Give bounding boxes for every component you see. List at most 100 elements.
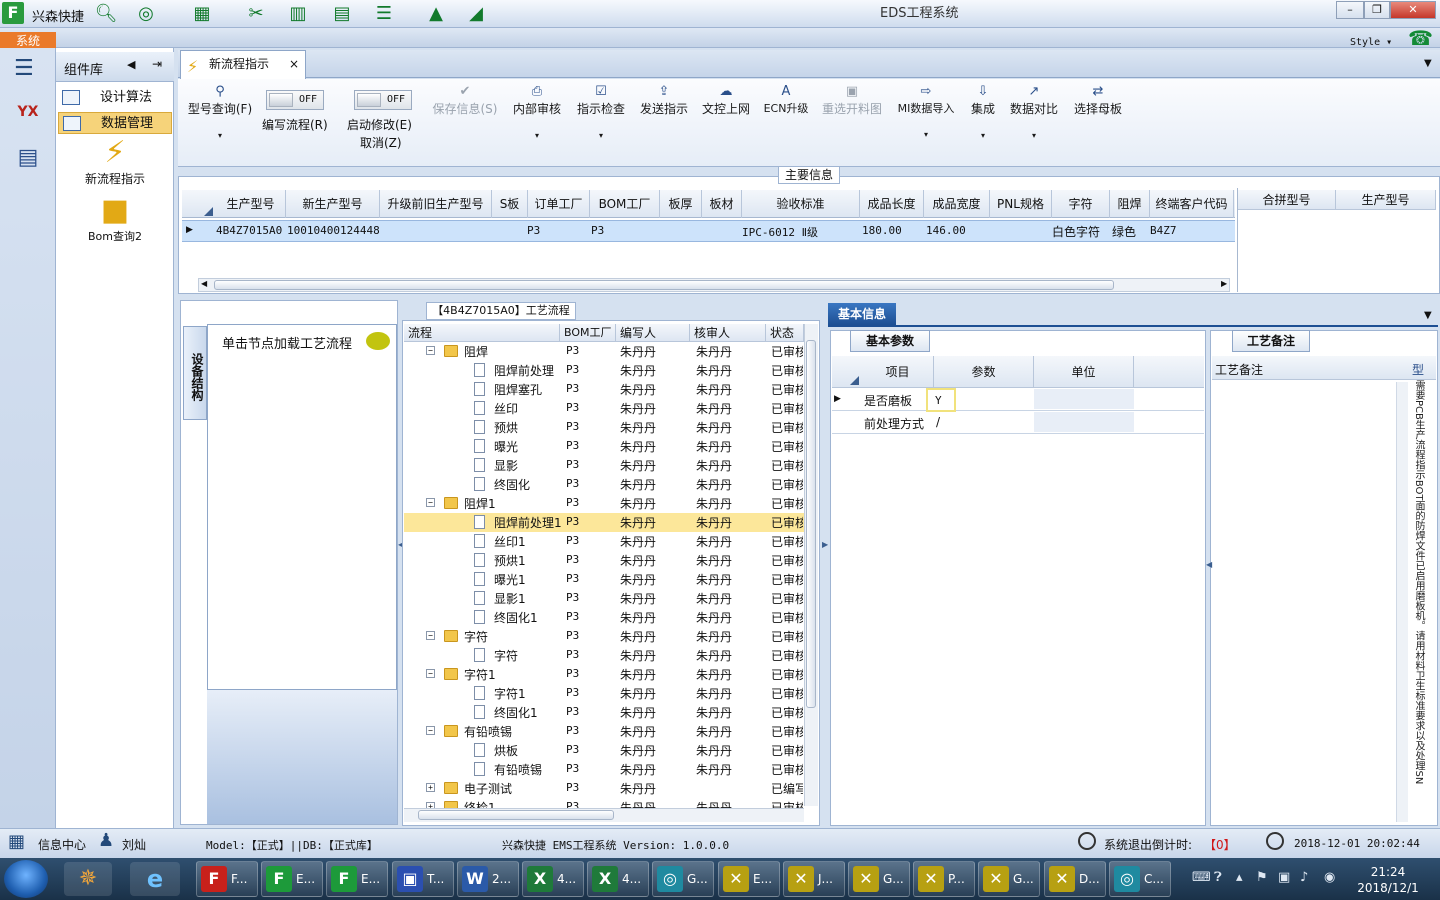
flow-tree-row[interactable]: 字符 P3 朱丹丹 朱丹丹 已审核: [404, 646, 804, 665]
cell-solder-mask[interactable]: 绿色: [1112, 223, 1136, 240]
col-old-model[interactable]: 升级前旧生产型号: [380, 190, 492, 218]
col-customer-code[interactable]: 终端客户代码: [1150, 190, 1234, 218]
taskbar-button[interactable]: W 2...: [457, 861, 519, 897]
ie-browser-icon[interactable]: e: [130, 862, 180, 896]
minimize-button[interactable]: –: [1336, 1, 1364, 19]
flow-tree-row[interactable]: − 阻焊 P3 朱丹丹 朱丹丹 已审核: [404, 342, 804, 361]
col-solder-mask[interactable]: 阻焊: [1110, 190, 1150, 218]
integrate-button[interactable]: ⇩ 集成 ▾: [968, 84, 998, 140]
cell-width[interactable]: 146.00: [926, 224, 966, 237]
flow-tree-row[interactable]: + 电子测试 P3 朱丹丹 已编写: [404, 779, 804, 798]
params-row[interactable]: 前处理方式 /: [832, 412, 1204, 434]
col-s-board[interactable]: S板: [492, 190, 528, 218]
comp-item-new-flow[interactable]: ⚡ 新流程指示: [58, 136, 172, 187]
select-mother-board-button[interactable]: ⇄ 选择母板: [1072, 84, 1124, 117]
close-button[interactable]: ✕: [1390, 1, 1436, 19]
tab-new-flow[interactable]: ⚡ 新流程指示 ×: [180, 50, 306, 79]
tab-list-arrow-icon[interactable]: ▼: [1424, 58, 1432, 69]
cell-order-factory[interactable]: P3: [527, 224, 540, 237]
col-standard[interactable]: 验收标准: [742, 190, 860, 218]
grid-icon[interactable]: ▦: [190, 3, 214, 25]
col-unit[interactable]: 单位: [1034, 356, 1134, 388]
basic-info-arrow-icon[interactable]: ▼: [1424, 310, 1432, 321]
col-material[interactable]: 板材: [702, 190, 742, 218]
globe-icon[interactable]: ◎: [134, 3, 158, 25]
col-length[interactable]: 成品长度: [860, 190, 924, 218]
taskbar-button[interactable]: ✕ D...: [1044, 861, 1106, 897]
shell-app-icon[interactable]: ✵: [64, 862, 112, 896]
search-icon[interactable]: 🔍︎: [94, 3, 118, 25]
cell-length[interactable]: 180.00: [862, 224, 902, 237]
main-grid-hscroll-thumb[interactable]: [214, 280, 1114, 290]
dropdown-caret-icon[interactable]: ▾: [184, 131, 256, 140]
reselect-chart-button[interactable]: ▣ 重选开料图: [820, 84, 884, 117]
style-dropdown[interactable]: Style ▾: [1350, 37, 1392, 48]
expand-toggle-icon[interactable]: −: [426, 669, 435, 678]
cancel-button[interactable]: 取消(Z): [360, 134, 402, 151]
shield-icon[interactable]: ◉: [1324, 870, 1335, 885]
col-flow-bom[interactable]: BOM工厂: [560, 324, 616, 342]
flow-tree-row[interactable]: 终固化1 P3 朱丹丹 朱丹丹 已审核: [404, 608, 804, 627]
comp-item-bom-query[interactable]: ■ Bom查询2: [58, 194, 172, 244]
collapse-arrow-icon[interactable]: ◀: [127, 58, 135, 71]
start-modify-toggle[interactable]: OFF: [354, 90, 412, 110]
taskbar-button[interactable]: ◎ C...: [1109, 861, 1171, 897]
dropdown-caret-icon[interactable]: ▾: [968, 131, 998, 140]
taskbar-button[interactable]: X 4...: [522, 861, 584, 897]
speaker-icon[interactable]: ♪: [1300, 870, 1308, 885]
col-pnl-spec[interactable]: PNL规格: [990, 190, 1052, 218]
network-icon[interactable]: ▣: [1278, 870, 1290, 885]
flow-tree-row[interactable]: 丝印 P3 朱丹丹 朱丹丹 已审核: [404, 399, 804, 418]
flow-tree-row[interactable]: − 字符 P3 朱丹丹 朱丹丹 已审核: [404, 627, 804, 646]
dropdown-caret-icon[interactable]: ▾: [1008, 131, 1060, 140]
col-width[interactable]: 成品宽度: [924, 190, 990, 218]
internal-review-button[interactable]: ⎙ 内部审核 ▾: [512, 84, 562, 140]
chart-icon[interactable]: ◢: [464, 3, 488, 25]
instruction-check-button[interactable]: ☑ 指示检查 ▾: [576, 84, 626, 140]
scissors-icon[interactable]: ✂: [244, 3, 268, 25]
flow-tree-row[interactable]: 显影 P3 朱丹丹 朱丹丹 已审核: [404, 456, 804, 475]
flow-tree-row[interactable]: 字符1 P3 朱丹丹 朱丹丹 已审核: [404, 684, 804, 703]
col-bom-factory[interactable]: BOM工厂: [590, 190, 660, 218]
dropdown-caret-icon[interactable]: ▾: [576, 131, 626, 140]
help-icon[interactable]: ❓︎: [1214, 870, 1222, 885]
col-param[interactable]: 参数: [934, 356, 1034, 388]
flow-tree-row[interactable]: 阻焊前处理 P3 朱丹丹 朱丹丹 已审核: [404, 361, 804, 380]
doc-upload-button[interactable]: ☁ 文控上网: [700, 84, 752, 117]
flow-tree-row[interactable]: 丝印1 P3 朱丹丹 朱丹丹 已审核: [404, 532, 804, 551]
model-query-button[interactable]: ⚲ 型号查询(F) ▾: [184, 84, 256, 140]
col-order-factory[interactable]: 订单工厂: [528, 190, 590, 218]
flow-tree-row[interactable]: − 字符1 P3 朱丹丹 朱丹丹 已审核: [404, 665, 804, 684]
taskbar-button[interactable]: F E...: [326, 861, 388, 897]
col-new-model[interactable]: 新生产型号: [286, 190, 380, 218]
scroll-right-icon[interactable]: ▶: [1221, 279, 1227, 288]
taskbar-button[interactable]: ✕ J...: [783, 861, 845, 897]
expand-toggle-icon[interactable]: −: [426, 346, 435, 355]
flow-tree-row[interactable]: 终固化 P3 朱丹丹 朱丹丹 已审核: [404, 475, 804, 494]
params-row[interactable]: ▶ 是否磨板: [832, 389, 1204, 411]
hamburger-menu-icon[interactable]: ☰: [14, 56, 34, 81]
col-merge-model[interactable]: 合拼型号: [1238, 190, 1336, 210]
taskbar-button[interactable]: ✕ P...: [913, 861, 975, 897]
scroll-left-icon[interactable]: ◀: [201, 279, 207, 288]
unit-cell[interactable]: [1034, 389, 1134, 409]
tray-arrow-icon[interactable]: ▴: [1236, 870, 1243, 885]
flow-tree-row[interactable]: 曝光1 P3 朱丹丹 朱丹丹 已审核: [404, 570, 804, 589]
mi-import-button[interactable]: ⇨ MI数据导入 ▾: [894, 84, 958, 139]
comp-item-data-management[interactable]: 数据管理: [58, 112, 172, 134]
taskbar-button[interactable]: F F...: [196, 861, 258, 897]
dropdown-caret-icon[interactable]: ▾: [512, 131, 562, 140]
flow-tree-row[interactable]: 显影1 P3 朱丹丹 朱丹丹 已审核: [404, 589, 804, 608]
col-item[interactable]: 项目: [862, 356, 934, 388]
info-center-link[interactable]: 信息中心: [38, 836, 86, 853]
flow-tree-row[interactable]: − 阻焊1 P3 朱丹丹 朱丹丹 已审核: [404, 494, 804, 513]
flag-icon[interactable]: ⚑: [1256, 870, 1268, 885]
flow-tree-row[interactable]: 阻焊塞孔 P3 朱丹丹 朱丹丹 已审核: [404, 380, 804, 399]
flow-tree-row[interactable]: 终固化1 P3 朱丹丹 朱丹丹 已审核: [404, 703, 804, 722]
restore-button[interactable]: ❐: [1364, 1, 1390, 19]
user-icon[interactable]: ▲: [424, 3, 448, 25]
flow-hscroll-thumb[interactable]: [418, 810, 614, 820]
flow-tree-row[interactable]: 曝光 P3 朱丹丹 朱丹丹 已审核: [404, 437, 804, 456]
expand-toggle-icon[interactable]: +: [426, 783, 435, 792]
tray-clock[interactable]: 21:24 2018/12/1: [1356, 864, 1420, 896]
